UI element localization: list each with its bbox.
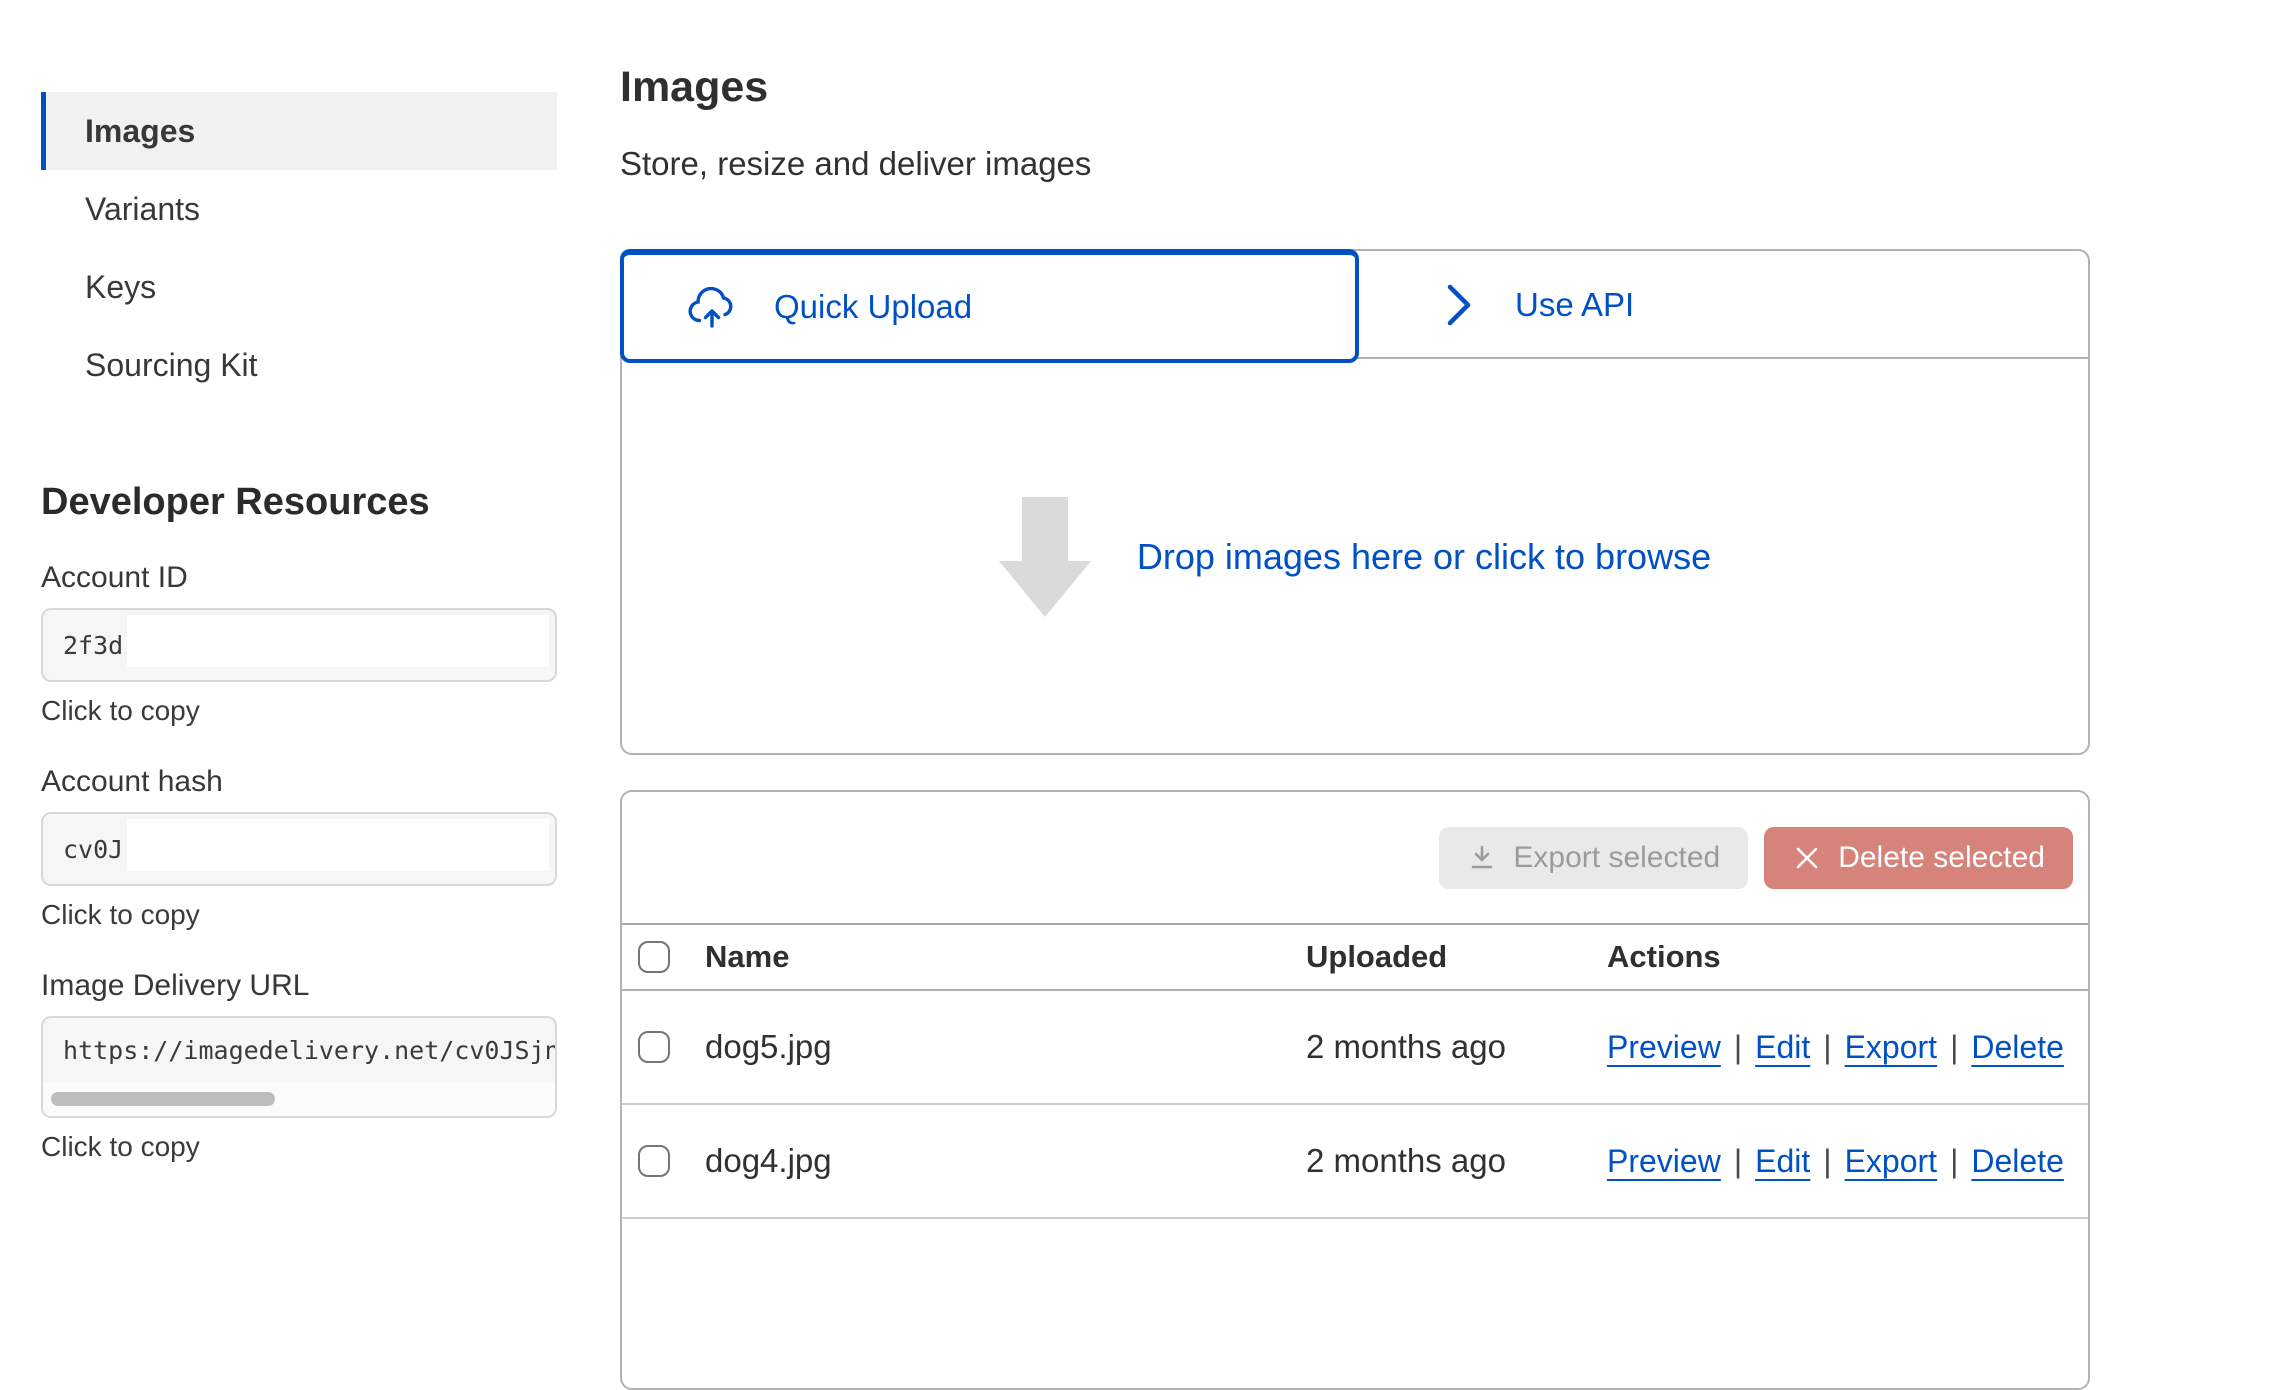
export-selected-label: Export selected bbox=[1513, 841, 1720, 875]
images-table-card: Export selected Delete selected Name Upl… bbox=[620, 790, 2090, 1390]
table-header-row: Name Uploaded Actions bbox=[622, 923, 2088, 991]
delete-selected-label: Delete selected bbox=[1838, 841, 2045, 875]
upload-card: Quick Upload Use API Drop images here or… bbox=[620, 249, 2090, 755]
account-id-value: 2f3d bbox=[63, 610, 123, 680]
action-separator: | bbox=[1823, 1029, 1831, 1065]
redaction-overlay bbox=[127, 615, 549, 667]
file-name: dog5.jpg bbox=[705, 1028, 1306, 1066]
row-actions: Preview | Edit | Export | Delete bbox=[1607, 1142, 2088, 1180]
column-header-uploaded: Uploaded bbox=[1306, 939, 1607, 975]
action-separator: | bbox=[1734, 1029, 1742, 1065]
column-header-actions: Actions bbox=[1607, 939, 2088, 975]
select-all-checkbox[interactable] bbox=[638, 941, 670, 973]
close-icon bbox=[1792, 843, 1822, 873]
table-row: dog5.jpg2 months agoPreview | Edit | Export |… bbox=[622, 991, 2088, 1105]
uploaded-time: 2 months ago bbox=[1306, 1142, 1607, 1180]
tab-use-api[interactable]: Use API bbox=[1359, 251, 2088, 359]
horizontal-scrollbar[interactable] bbox=[43, 1082, 555, 1116]
file-name: dog4.jpg bbox=[705, 1142, 1306, 1180]
cloud-upload-icon bbox=[686, 284, 738, 330]
action-delete-link[interactable]: Delete bbox=[1971, 1143, 2064, 1179]
action-separator: | bbox=[1734, 1143, 1742, 1179]
scrollbar-thumb[interactable] bbox=[51, 1092, 275, 1106]
account-id-label: Account ID bbox=[41, 560, 557, 596]
action-separator: | bbox=[1823, 1143, 1831, 1179]
sidebar-nav: ImagesVariantsKeysSourcing Kit bbox=[41, 92, 557, 404]
developer-resources-heading: Developer Resources bbox=[41, 480, 557, 524]
action-separator: | bbox=[1950, 1029, 1958, 1065]
account-hash-label: Account hash bbox=[41, 764, 557, 800]
uploaded-time: 2 months ago bbox=[1306, 1028, 1607, 1066]
table-row: dog4.jpg2 months agoPreview | Edit | Export |… bbox=[622, 1105, 2088, 1219]
down-arrow-icon bbox=[999, 497, 1091, 617]
tab-use-api-label: Use API bbox=[1515, 286, 1634, 324]
table-toolbar: Export selected Delete selected bbox=[622, 792, 2088, 923]
click-to-copy-hint: Click to copy bbox=[41, 1130, 557, 1164]
action-export-link[interactable]: Export bbox=[1845, 1143, 1937, 1179]
column-header-name: Name bbox=[705, 939, 1306, 975]
row-actions: Preview | Edit | Export | Delete bbox=[1607, 1028, 2088, 1066]
developer-resources-fields: Account ID 2f3d Click to copy Account hash c… bbox=[41, 560, 557, 1164]
upload-tab-row: Quick Upload Use API bbox=[622, 251, 2088, 359]
dropzone-label: Drop images here or click to browse bbox=[1137, 536, 1711, 578]
click-to-copy-hint: Click to copy bbox=[41, 898, 557, 932]
redaction-overlay bbox=[127, 819, 549, 871]
sidebar-item-keys[interactable]: Keys bbox=[41, 248, 557, 326]
download-icon bbox=[1467, 843, 1497, 873]
tab-quick-upload-label: Quick Upload bbox=[774, 288, 972, 326]
image-delivery-url-value-box[interactable]: https://imagedelivery.net/cv0JSjn8 bbox=[41, 1016, 557, 1118]
tab-quick-upload[interactable]: Quick Upload bbox=[620, 249, 1359, 363]
action-preview-link[interactable]: Preview bbox=[1607, 1029, 1721, 1065]
page-subtitle: Store, resize and deliver images bbox=[620, 144, 2090, 184]
row-checkbox[interactable] bbox=[638, 1031, 670, 1063]
row-checkbox[interactable] bbox=[638, 1145, 670, 1177]
action-edit-link[interactable]: Edit bbox=[1755, 1029, 1810, 1065]
account-id-value-box[interactable]: 2f3d bbox=[41, 608, 557, 682]
image-delivery-url-label: Image Delivery URL bbox=[41, 968, 557, 1004]
export-selected-button[interactable]: Export selected bbox=[1439, 827, 1748, 889]
action-preview-link[interactable]: Preview bbox=[1607, 1143, 1721, 1179]
action-edit-link[interactable]: Edit bbox=[1755, 1143, 1810, 1179]
account-hash-value: cv0J bbox=[63, 814, 123, 884]
action-delete-link[interactable]: Delete bbox=[1971, 1029, 2064, 1065]
image-delivery-url-value: https://imagedelivery.net/cv0JSjn8 bbox=[63, 1018, 557, 1082]
page-title: Images bbox=[620, 62, 2090, 112]
table-body: dog5.jpg2 months agoPreview|Edit|Export|… bbox=[622, 991, 2088, 1219]
chevron-right-icon bbox=[1445, 282, 1473, 328]
main-content: Images Store, resize and deliver images … bbox=[620, 0, 2090, 1390]
account-hash-value-box[interactable]: cv0J bbox=[41, 812, 557, 886]
sidebar-item-sourcing-kit[interactable]: Sourcing Kit bbox=[41, 326, 557, 404]
sidebar-item-variants[interactable]: Variants bbox=[41, 170, 557, 248]
dropzone[interactable]: Drop images here or click to browse bbox=[622, 361, 2088, 753]
delete-selected-button[interactable]: Delete selected bbox=[1764, 827, 2073, 889]
sidebar-item-images[interactable]: Images bbox=[41, 92, 557, 170]
sidebar: ImagesVariantsKeysSourcing Kit Developer… bbox=[41, 92, 557, 1164]
action-separator: | bbox=[1950, 1143, 1958, 1179]
click-to-copy-hint: Click to copy bbox=[41, 694, 557, 728]
action-export-link[interactable]: Export bbox=[1845, 1029, 1937, 1065]
